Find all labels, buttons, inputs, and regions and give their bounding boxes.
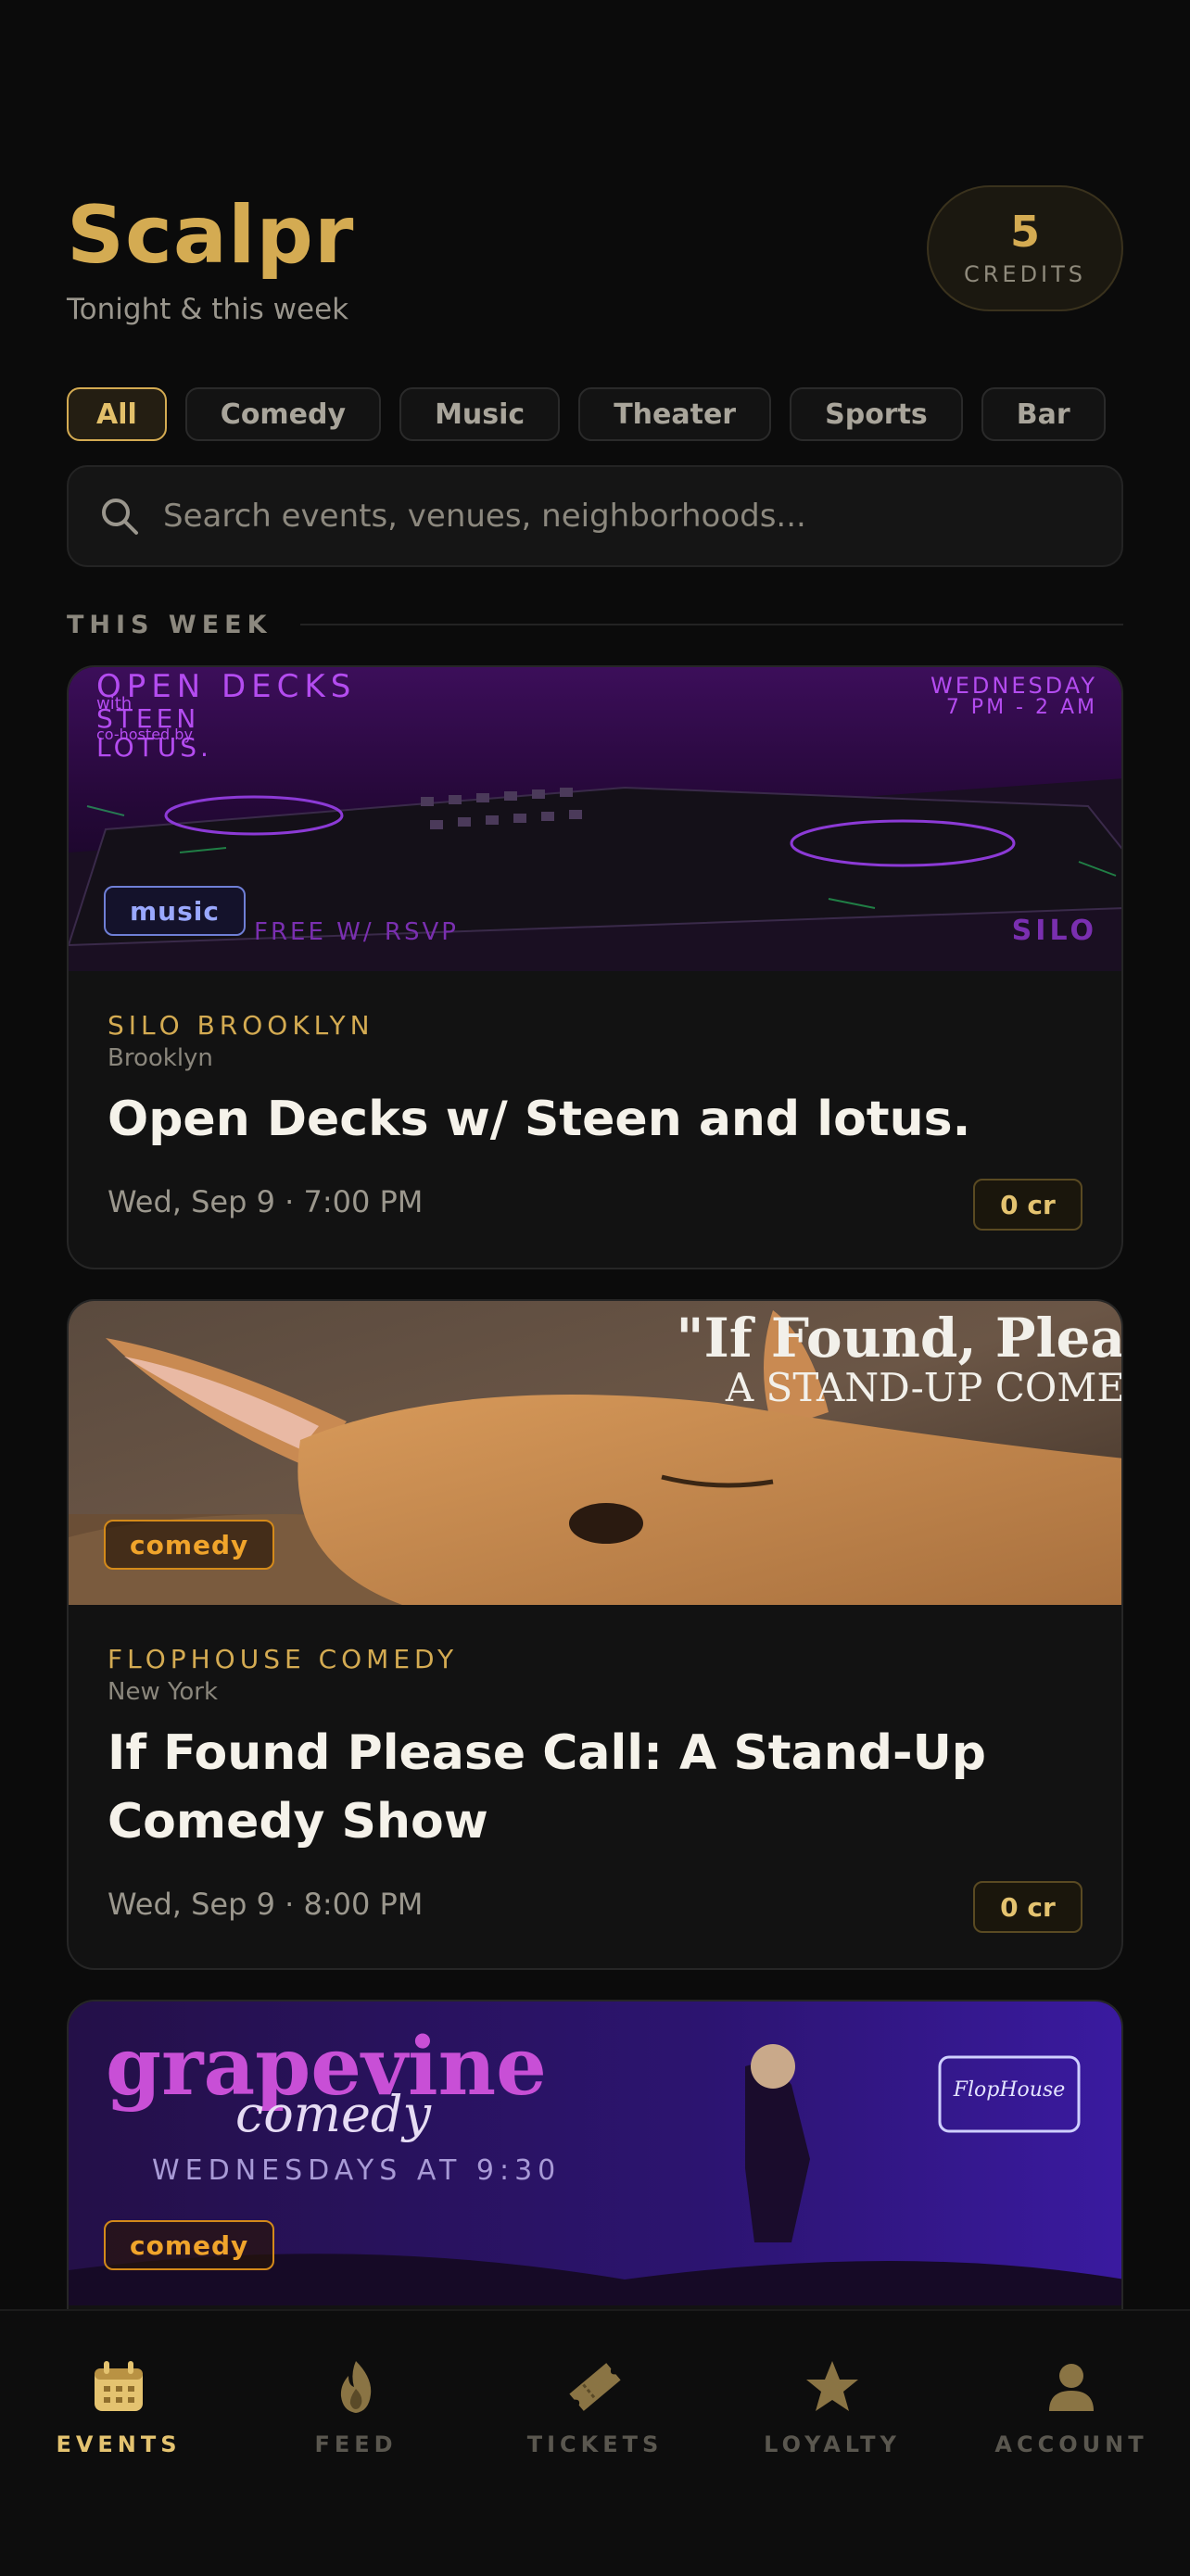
poster-cohost-name: LOTUS. [96, 732, 212, 763]
event-title: If Found Please Call: A Stand-Up Comedy … [108, 1725, 987, 1850]
credits-badge[interactable]: 5 CREDITS [927, 185, 1123, 311]
filter-chip-music[interactable]: Music [399, 387, 561, 441]
person-icon [1049, 2364, 1094, 2411]
tab-label: ACCOUNT [994, 2431, 1148, 2457]
category-tag: comedy [104, 1520, 275, 1570]
poster-day: WEDNESDAY [930, 673, 1097, 699]
event-details: SILO BROOKLYN Brooklyn Open Decks w/ Ste… [108, 1010, 1082, 1154]
filter-chip-theater[interactable]: Theater [578, 387, 772, 441]
venue-city: Brooklyn [108, 1044, 213, 1072]
poster-silo-logo: SILO [1012, 915, 1097, 947]
event-details: FLOPHOUSE COMEDY New York If Found Pleas… [108, 1644, 1082, 1856]
tab-label: EVENTS [56, 2431, 182, 2457]
event-datetime: Wed, Sep 9 · 7:00 PM [108, 1184, 424, 1219]
bottom-tab-bar: EVENTS FEED TICKETS LOYALTY ACCOUNT [0, 2309, 1190, 2576]
filter-chip-bar[interactable]: Bar [981, 387, 1106, 441]
event-poster: "If Found, Plea A STAND-UP COME comedy [69, 1301, 1121, 1605]
poster-brand-sub: comedy [235, 2085, 432, 2143]
poster-subtitle-line: A STAND-UP COME [725, 1365, 1121, 1410]
poster-schedule: WEDNESDAYS AT 9:30 [152, 2154, 561, 2187]
poster-headline: OPEN DECKS [96, 668, 356, 705]
tab-label: TICKETS [526, 2431, 664, 2457]
filter-chip-comedy[interactable]: Comedy [184, 387, 382, 441]
credits-count: 5 [1009, 207, 1040, 257]
poster-free-rsvp: FREE W/ RSVP [254, 918, 459, 946]
tab-loyalty[interactable]: LOYALTY [740, 2357, 925, 2457]
section-divider [299, 624, 1123, 625]
venue-name: SILO BROOKLYN [108, 1010, 374, 1041]
event-cost: 0 cr [973, 1881, 1082, 1933]
category-tag: music [104, 886, 246, 936]
event-datetime: Wed, Sep 9 · 8:00 PM [108, 1887, 424, 1922]
event-cost: 0 cr [973, 1179, 1082, 1231]
tab-feed[interactable]: FEED [263, 2357, 449, 2457]
venue-name: FLOPHOUSE COMEDY [108, 1644, 459, 1674]
app-title: Scalpr [67, 189, 355, 282]
poster-venue-logo: FlopHouse [953, 2078, 1066, 2102]
event-poster: grapevine comedy WEDNESDAYS AT 9:30 Flop… [69, 2001, 1121, 2305]
category-filters: All Comedy Music Theater Sports Bar [67, 387, 1123, 441]
event-card[interactable]: "If Found, Plea A STAND-UP COME comedy F… [67, 1299, 1123, 1970]
tab-label: FEED [314, 2431, 398, 2457]
filter-chip-sports[interactable]: Sports [790, 387, 963, 441]
poster-hours: 7 PM - 2 AM [946, 696, 1097, 719]
tab-label: LOYALTY [764, 2431, 901, 2457]
tab-account[interactable]: ACCOUNT [979, 2357, 1164, 2457]
venue-city: New York [108, 1678, 219, 1706]
event-card[interactable]: OPEN DECKS with STEEN co-hosted by LOTUS… [67, 665, 1123, 1269]
star-icon [806, 2361, 858, 2411]
calendar-icon [95, 2361, 143, 2411]
section-title: THIS WEEK [67, 610, 272, 639]
search-icon [102, 499, 138, 535]
event-title: Open Decks w/ Steen and lotus. [108, 1092, 971, 1147]
ticket-icon [569, 2363, 621, 2411]
section-header: THIS WEEK [67, 606, 1123, 643]
tab-events[interactable]: EVENTS [26, 2357, 211, 2457]
category-tag: comedy [104, 2220, 275, 2270]
poster-title-line: "If Found, Plea [676, 1307, 1121, 1370]
app-subtitle: Tonight & this week [67, 293, 349, 326]
app-header: Scalpr Tonight & this week 5 CREDITS [67, 185, 1123, 326]
search-input[interactable] [161, 497, 1073, 536]
search-bar[interactable] [67, 465, 1123, 567]
event-poster: OPEN DECKS with STEEN co-hosted by LOTUS… [69, 667, 1121, 971]
filter-chip-all[interactable]: All [67, 387, 167, 441]
flame-icon [340, 2361, 372, 2413]
tab-tickets[interactable]: TICKETS [502, 2357, 688, 2457]
credits-label: CREDITS [963, 261, 1087, 287]
